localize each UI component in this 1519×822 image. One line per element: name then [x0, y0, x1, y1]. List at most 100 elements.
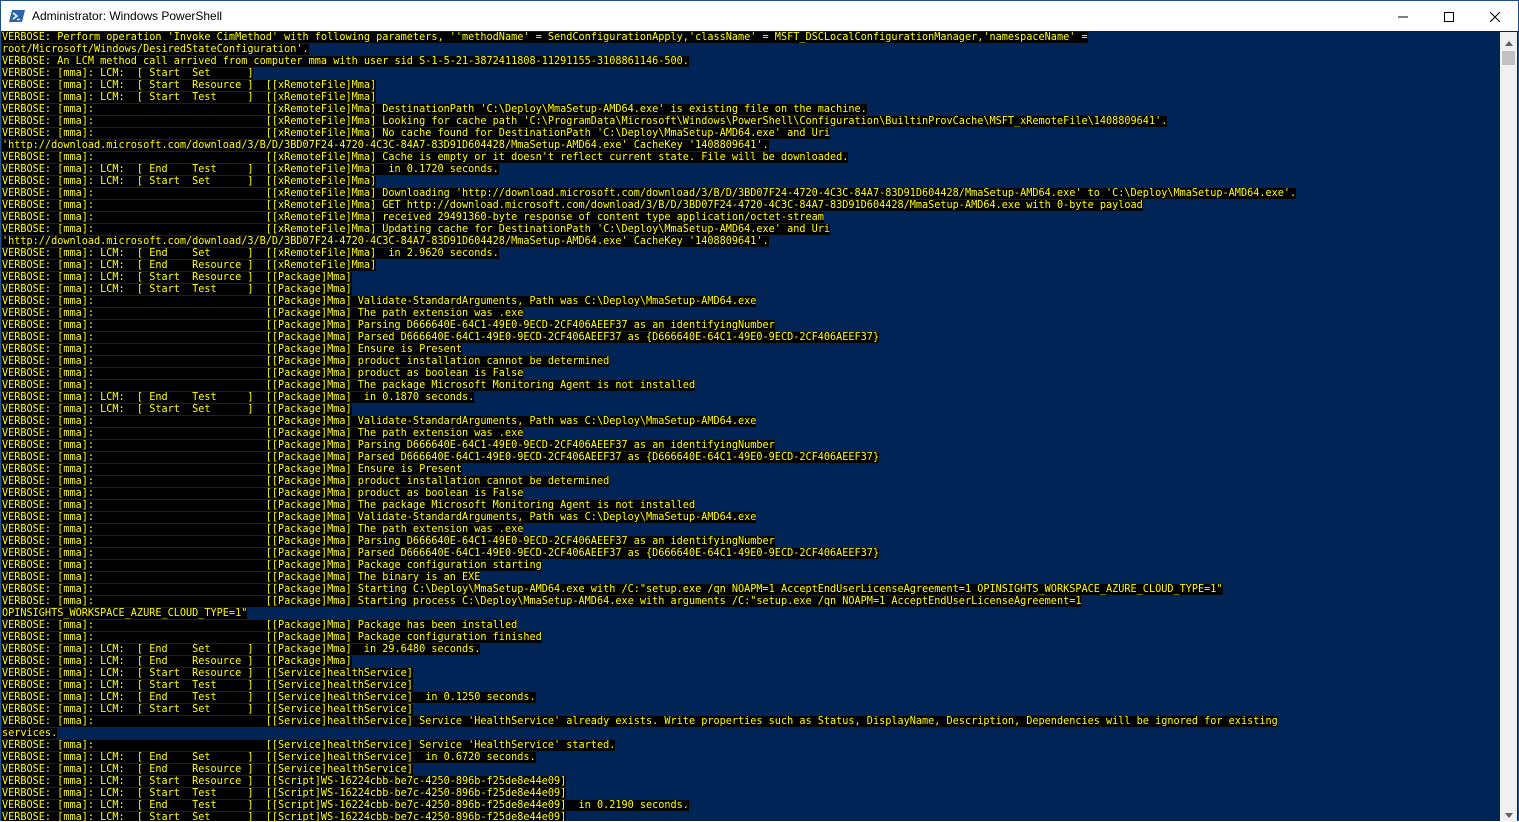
console-line: VERBOSE: [mma]: [[Package]Mma] Ensure is… — [2, 464, 1296, 476]
scroll-up-button[interactable] — [1500, 32, 1517, 49]
console-line-text: VERBOSE: [mma]: [[xRemoteFile]Mma] Looki… — [2, 116, 1168, 127]
console-line-text: VERBOSE: [mma]: [[Package]Mma] Package c… — [2, 632, 542, 643]
console-line-text: VERBOSE: [mma]: LCM: [ End Set ] [[Servi… — [2, 752, 536, 763]
console-line-text: VERBOSE: [mma]: [[Package]Mma] Validate-… — [2, 416, 757, 427]
maximize-icon — [1444, 7, 1454, 26]
console-output[interactable]: VERBOSE: Perform operation 'Invoke CimMe… — [2, 32, 1500, 821]
console-line-text: VERBOSE: [mma]: LCM: [ Start Set ] [[Pac… — [2, 404, 352, 415]
console-line: VERBOSE: [mma]: [[xRemoteFile]Mma] recei… — [2, 212, 1296, 224]
console-line: VERBOSE: [mma]: [[xRemoteFile]Mma] Desti… — [2, 104, 1296, 116]
console-line: VERBOSE: [mma]: [[Package]Mma] Validate-… — [2, 512, 1296, 524]
console-line: VERBOSE: [mma]: [[Package]Mma] Parsing D… — [2, 320, 1296, 332]
console-line: VERBOSE: [mma]: [[Service]healthService]… — [2, 716, 1296, 728]
title-bar[interactable]: Administrator: Windows PowerShell — [1, 1, 1518, 31]
console-line: VERBOSE: [mma]: [[Package]Mma] Package c… — [2, 560, 1296, 572]
console-line: VERBOSE: [mma]: LCM: [ End Resource ] [[… — [2, 656, 1296, 668]
console-line: VERBOSE: [mma]: [[Package]Mma] Validate-… — [2, 416, 1296, 428]
console-line: VERBOSE: [mma]: LCM: [ Start Test ] [[Se… — [2, 680, 1296, 692]
console-line: VERBOSE: [mma]: [[Package]Mma] Starting … — [2, 596, 1296, 608]
console-line: VERBOSE: [mma]: LCM: [ Start Test ] [[Pa… — [2, 284, 1296, 296]
console-line-text: VERBOSE: [mma]: [[Package]Mma] The binar… — [2, 572, 481, 583]
console-line-text: VERBOSE: [mma]: LCM: [ Start Test ] [[Sc… — [2, 788, 567, 799]
console-line-text: VERBOSE: [mma]: LCM: [ End Resource ] [[… — [2, 260, 377, 271]
close-icon — [1489, 7, 1501, 26]
console-line: VERBOSE: [mma]: LCM: [ End Test ] [[Scri… — [2, 800, 1296, 812]
console-line: VERBOSE: [mma]: [[xRemoteFile]Mma] Downl… — [2, 188, 1297, 200]
console-line-text: VERBOSE: [mma]: [[Package]Mma] The packa… — [2, 380, 696, 391]
console-line: VERBOSE: [mma]: LCM: [ Start Test ] [[Sc… — [2, 788, 1296, 800]
console-line-text: VERBOSE: [mma]: [[Package]Mma] Starting … — [2, 596, 1082, 607]
vertical-scrollbar[interactable] — [1500, 32, 1517, 821]
console-line-text: VERBOSE: [mma]: [[Package]Mma] Package h… — [2, 620, 518, 631]
console-line: VERBOSE: [mma]: [[Package]Mma] Parsed D6… — [2, 332, 1296, 344]
console-line-text: VERBOSE: [mma]: LCM: [ Start Resource ] … — [2, 776, 567, 787]
console-line: VERBOSE: [mma]: LCM: [ Start Set ] [[Pac… — [2, 404, 1296, 416]
console-line: VERBOSE: [mma]: LCM: [ End Test ] [[Pack… — [2, 392, 1296, 404]
console-line: VERBOSE: [mma]: [[xRemoteFile]Mma] Updat… — [2, 224, 1296, 236]
console-line: VERBOSE: [mma]: LCM: [ Start Resource ] … — [2, 776, 1296, 788]
console-line: VERBOSE: [mma]: [[xRemoteFile]Mma] GET h… — [2, 200, 1296, 212]
maximize-button[interactable] — [1426, 1, 1472, 31]
minimize-button[interactable] — [1380, 1, 1426, 31]
console-line: services. — [2, 728, 1296, 740]
console-line: VERBOSE: [mma]: [[Package]Mma] The packa… — [2, 380, 1296, 392]
console-line: 'http://download.microsoft.com/download/… — [2, 236, 1296, 248]
console-line: 'http://download.microsoft.com/download/… — [2, 140, 1296, 152]
console-line: VERBOSE: [mma]: [[Package]Mma] Parsing D… — [2, 536, 1296, 548]
console-line: VERBOSE: [mma]: [[Package]Mma] The path … — [2, 308, 1296, 320]
console-line-text: VERBOSE: [mma]: LCM: [ Start Test ] [[Pa… — [2, 284, 352, 295]
console-line: VERBOSE: An LCM method call arrived from… — [2, 56, 1296, 68]
console-line-text: VERBOSE: [mma]: [[Package]Mma] Validate-… — [2, 512, 757, 523]
console-line-text: VERBOSE: [mma]: [[xRemoteFile]Mma] recei… — [2, 212, 824, 223]
console-line: VERBOSE: [mma]: LCM: [ Start Resource ] … — [2, 80, 1296, 92]
console-line-text: VERBOSE: [mma]: [[Service]healthService]… — [2, 740, 616, 751]
console-line-text: 'http://download.microsoft.com/download/… — [2, 140, 769, 151]
console-line: VERBOSE: Perform operation 'Invoke CimMe… — [2, 32, 1296, 44]
console-line-text: VERBOSE: [mma]: [[Package]Mma] The path … — [2, 524, 524, 535]
window-controls — [1380, 1, 1518, 31]
console-line: VERBOSE: [mma]: [[Package]Mma] Parsed D6… — [2, 452, 1296, 464]
console-line-text: VERBOSE: [mma]: [[xRemoteFile]Mma] Downl… — [2, 188, 1297, 199]
console-line-text: VERBOSE: [mma]: [[Package]Mma] Validate-… — [2, 296, 757, 307]
console-line: VERBOSE: [mma]: [[Package]Mma] The path … — [2, 524, 1296, 536]
console-line-text: VERBOSE: [mma]: [[Package]Mma] Package c… — [2, 560, 542, 571]
console-line-text: VERBOSE: [mma]: LCM: [ End Resource ] [[… — [2, 656, 352, 667]
console-line: VERBOSE: [mma]: [[Package]Mma] Ensure is… — [2, 344, 1296, 356]
window-title: Administrator: Windows PowerShell — [32, 9, 223, 23]
console-line-text: VERBOSE: [mma]: [[Package]Mma] product i… — [2, 476, 610, 487]
console-line: OPINSIGHTS_WORKSPACE_AZURE_CLOUD_TYPE=1" — [2, 608, 1296, 620]
console-line: VERBOSE: [mma]: LCM: [ Start Set ] [[xRe… — [2, 176, 1296, 188]
console-line: VERBOSE: [mma]: LCM: [ Start Set ] — [2, 68, 1296, 80]
scroll-down-button[interactable] — [1500, 804, 1517, 821]
console-line-text: VERBOSE: [mma]: LCM: [ End Test ] [[Scri… — [2, 800, 689, 811]
console-line-text: VERBOSE: [mma]: [[Package]Mma] product a… — [2, 488, 524, 499]
console-line-text: VERBOSE: [mma]: [[xRemoteFile]Mma] Updat… — [2, 224, 831, 235]
console-line: VERBOSE: [mma]: LCM: [ End Set ] [[xRemo… — [2, 248, 1296, 260]
console-line: VERBOSE: [mma]: LCM: [ Start Set ] [[Ser… — [2, 704, 1296, 716]
console-line-text: VERBOSE: [mma]: LCM: [ Start Test ] [[Se… — [2, 680, 413, 691]
console-line-text: VERBOSE: [mma]: [[Package]Mma] Ensure is… — [2, 344, 463, 355]
console-line-text: VERBOSE: [mma]: [[xRemoteFile]Mma] GET h… — [2, 200, 1143, 211]
console-line: VERBOSE: [mma]: LCM: [ End Set ] [[Packa… — [2, 644, 1296, 656]
console-line-text: VERBOSE: [mma]: [[Package]Mma] Ensure is… — [2, 464, 463, 475]
console-line: VERBOSE: [mma]: [[Package]Mma] Parsing D… — [2, 440, 1296, 452]
console-line: VERBOSE: [mma]: [[Package]Mma] Parsed D6… — [2, 548, 1296, 560]
console-line: VERBOSE: [mma]: [[Package]Mma] The binar… — [2, 572, 1296, 584]
console-line-text: VERBOSE: [mma]: [[xRemoteFile]Mma] Cache… — [2, 152, 849, 163]
console-line: VERBOSE: [mma]: LCM: [ End Test ] [[Serv… — [2, 692, 1296, 704]
console-line: VERBOSE: [mma]: [[Package]Mma] product a… — [2, 368, 1296, 380]
powershell-icon[interactable] — [9, 8, 25, 24]
console-line-text: VERBOSE: [mma]: [[Package]Mma] product a… — [2, 368, 524, 379]
scrollbar-thumb[interactable] — [1502, 51, 1515, 65]
console-line-text: VERBOSE: An LCM method call arrived from… — [2, 56, 689, 67]
console-line: VERBOSE: [mma]: [[Package]Mma] The path … — [2, 428, 1296, 440]
console-line-text: VERBOSE: [mma]: LCM: [ Start Set ] [[Ser… — [2, 704, 413, 715]
console-line: VERBOSE: [mma]: LCM: [ Start Test ] [[xR… — [2, 92, 1296, 104]
console-line-text: VERBOSE: [mma]: LCM: [ End Test ] [[Serv… — [2, 692, 536, 703]
console-line: VERBOSE: [mma]: LCM: [ End Set ] [[Servi… — [2, 752, 1296, 764]
close-button[interactable] — [1472, 1, 1518, 31]
console-line-text: VERBOSE: [mma]: LCM: [ End Test ] [[Pack… — [2, 392, 475, 403]
console-line: VERBOSE: [mma]: [[Package]Mma] product i… — [2, 476, 1296, 488]
console-line-text: VERBOSE: [mma]: LCM: [ Start Resource ] … — [2, 80, 377, 91]
console-line-text: VERBOSE: [mma]: LCM: [ Start Test ] [[xR… — [2, 92, 377, 103]
